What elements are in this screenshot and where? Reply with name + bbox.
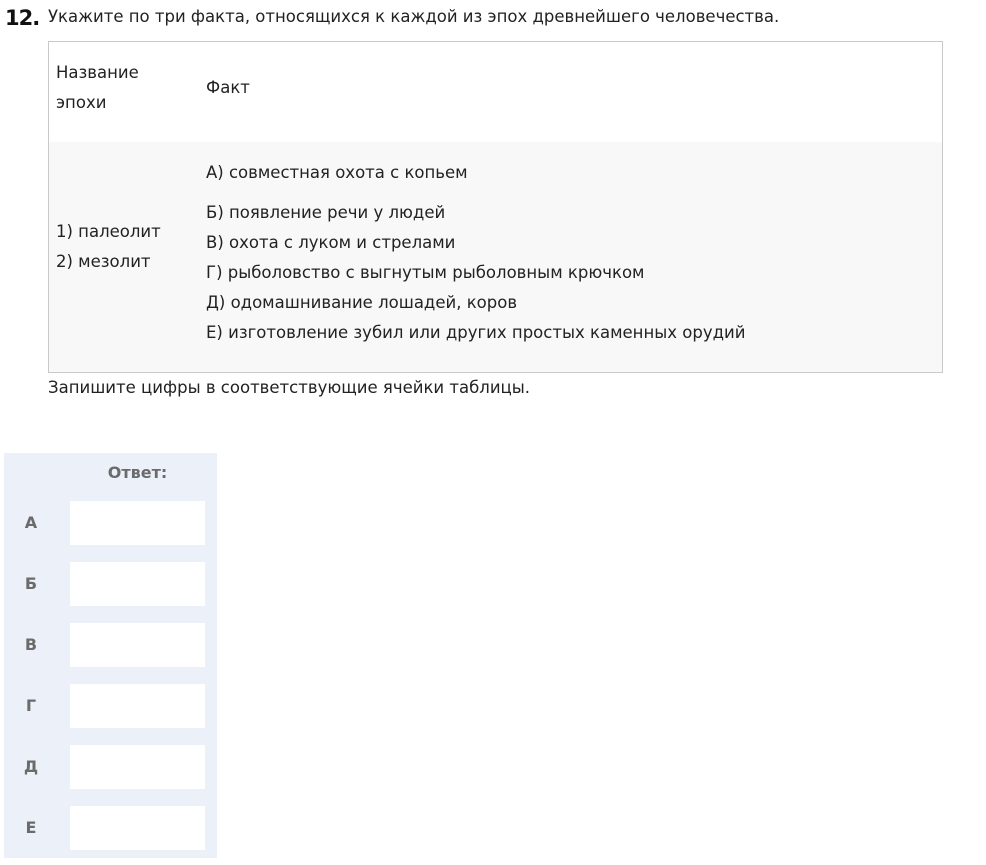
epoch-item: 2) мезолит — [56, 252, 151, 271]
answer-row-b: Б — [4, 562, 217, 606]
answer-title: Ответ: — [107, 463, 168, 482]
question-number: 12. — [5, 6, 40, 30]
task-table: Название эпохи Факт 1) палеолит 2) мезол… — [48, 41, 943, 373]
answer-letter: Г — [25, 696, 37, 715]
epoch-column-header: Название эпохи — [56, 58, 139, 118]
fact-item: Д) одомашнивание лошадей, коров — [206, 293, 518, 312]
answer-row-a: А — [4, 501, 217, 545]
table-body-row: 1) палеолит 2) мезолит А) совместная охо… — [49, 142, 942, 372]
fact-item: Г) рыболовство с выгнутым рыболовным крю… — [206, 263, 645, 282]
answer-row-e: Е — [4, 806, 217, 850]
epoch-list: 1) палеолит 2) мезолит — [56, 217, 161, 277]
answer-input-e[interactable] — [70, 806, 205, 850]
answer-letter: А — [24, 513, 38, 532]
answer-input-a[interactable] — [70, 501, 205, 545]
answer-row-g: Г — [4, 684, 217, 728]
fact-item: А) совместная охота с копьем — [206, 163, 468, 182]
answer-letter: В — [24, 635, 38, 654]
fact-item: В) охота с луком и стрелами — [206, 233, 456, 252]
answer-letter: Б — [24, 574, 38, 593]
answer-panel: Ответ: А Б В Г Д Е — [4, 453, 217, 858]
answer-input-d[interactable] — [70, 745, 205, 789]
answer-input-v[interactable] — [70, 623, 205, 667]
epoch-header-line-2: эпохи — [56, 93, 107, 112]
answer-row-d: Д — [4, 745, 217, 789]
answer-letter: Д — [23, 757, 39, 776]
question-text: Укажите по три факта, относящихся к кажд… — [48, 7, 780, 26]
fact-list: Б) появление речи у людей В) охота с лук… — [206, 198, 745, 348]
answer-row-v: В — [4, 623, 217, 667]
epoch-item: 1) палеолит — [56, 222, 161, 241]
answer-input-b[interactable] — [70, 562, 205, 606]
fact-item: Б) появление речи у людей — [206, 203, 446, 222]
fact-column-header: Факт — [206, 78, 250, 97]
answer-letter: Е — [25, 818, 37, 837]
fact-item: Е) изготовление зубил или других простых… — [206, 323, 746, 342]
epoch-header-line-1: Название — [56, 63, 139, 82]
instruction-text: Запишите цифры в соответствующие ячейки … — [48, 378, 531, 397]
table-header-row: Название эпохи Факт — [49, 42, 942, 142]
answer-input-g[interactable] — [70, 684, 205, 728]
